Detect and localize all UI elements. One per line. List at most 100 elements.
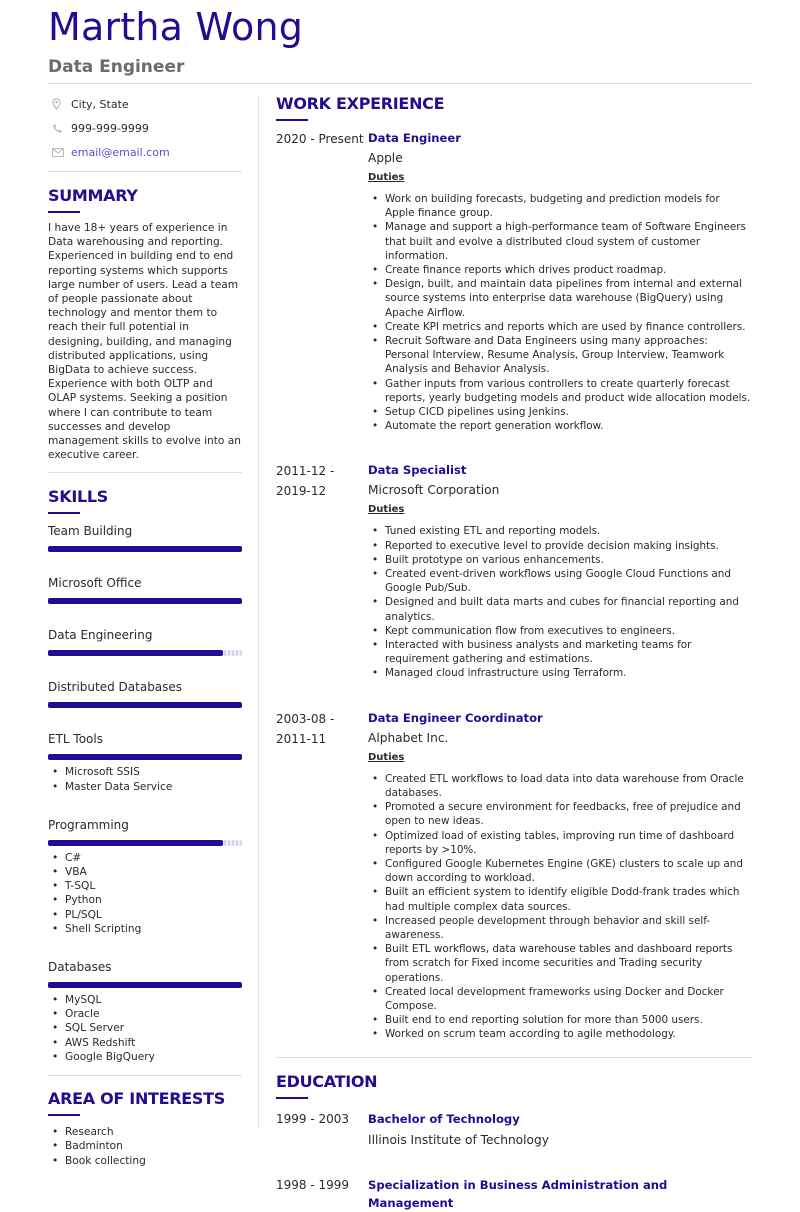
skill-level-fill xyxy=(48,754,242,761)
skill-name: Databases xyxy=(48,960,112,975)
skills-heading: SKILLS xyxy=(48,487,108,507)
list-item: Create finance reports which drives prod… xyxy=(368,263,752,277)
summary-section: SUMMARY I have 18+ years of experience i… xyxy=(48,186,242,462)
skill-item: Data Engineering xyxy=(48,627,242,657)
skill-name: Distributed Databases xyxy=(48,680,183,695)
job-title: Data Engineer xyxy=(368,131,461,145)
heading-underline xyxy=(48,512,80,515)
contact-info: City, State 999-999-9999 email@email.com xyxy=(52,92,242,164)
list-item: SQL Server xyxy=(48,1021,242,1035)
job-date: 2011-12 -2019-12 xyxy=(276,464,335,499)
contact-location: City, State xyxy=(52,92,242,116)
work-experience-section: WORK EXPERIENCE 2020 - Present Data Engi… xyxy=(276,94,752,1042)
sidebar-divider xyxy=(48,1075,242,1077)
education-school: Illinois Institute of Technology xyxy=(368,1132,549,1147)
list-item: Automate the report generation workflow. xyxy=(368,419,752,433)
contact-email[interactable]: email@email.com xyxy=(52,140,242,164)
skill-level-bar xyxy=(48,754,242,761)
list-item: PL/SQL xyxy=(48,908,242,922)
list-item: Reported to executive level to provide d… xyxy=(368,539,752,553)
list-item: Built an efficient system to identify el… xyxy=(368,885,752,913)
list-item: Kept communication flow from executives … xyxy=(368,624,752,638)
skill-name: Programming xyxy=(48,817,129,832)
list-item: Recruit Software and Data Engineers usin… xyxy=(368,334,752,377)
list-item: Configured Google Kubernetes Engine (GKE… xyxy=(368,857,752,885)
job-title: Data Engineer Coordinator xyxy=(368,710,543,725)
skill-sublist: C#VBAT-SQLPythonPL/SQLShell Scripting xyxy=(48,851,242,936)
list-item: Setup CICD pipelines using Jenkins. xyxy=(368,405,752,419)
list-item: C# xyxy=(48,851,242,865)
skill-name: Team Building xyxy=(48,524,133,539)
job-date: 2020 - Present xyxy=(276,132,364,146)
skill-item: Team Building xyxy=(48,523,242,553)
education-date: 1998 - 1999 xyxy=(276,1177,350,1192)
phone-icon xyxy=(52,123,71,134)
skill-level-bar xyxy=(48,546,242,553)
job-date: 2003-08 -2011-11 xyxy=(276,711,335,746)
list-item: Built end to end reporting solution for … xyxy=(368,1013,752,1027)
heading-underline xyxy=(276,1096,308,1099)
sidebar-divider xyxy=(48,171,242,172)
heading-underline xyxy=(276,119,308,121)
location-text: City, State xyxy=(71,97,129,111)
skill-level-fill xyxy=(48,650,223,657)
list-item: Optimized load of existing tables, impro… xyxy=(368,829,752,857)
skill-level-fill xyxy=(48,702,242,709)
skill-level-bar xyxy=(48,982,242,989)
interests-heading: AREA OF INTERESTS xyxy=(48,1089,225,1109)
education-degree: Specialization in Business Administratio… xyxy=(368,1177,668,1210)
section-divider xyxy=(276,1056,752,1058)
duties-label: Duties xyxy=(368,504,405,516)
skill-level-bar xyxy=(48,650,242,657)
list-item: T-SQL xyxy=(48,879,242,893)
list-item: Created local development frameworks usi… xyxy=(368,985,752,1013)
job-entry: 2003-08 -2011-11 Data Engineer Coordinat… xyxy=(276,709,752,1042)
list-item: Built prototype on various enhancements. xyxy=(368,553,752,567)
sidebar: City, State 999-999-9999 email@email.com… xyxy=(48,92,242,1168)
heading-underline xyxy=(48,1114,80,1117)
interests-section: AREA OF INTERESTS ResearchBadmintonBook … xyxy=(48,1089,242,1168)
duties-label: Duties xyxy=(368,751,405,763)
skills-section: SKILLS Team Building Microsoft Office Da… xyxy=(48,487,242,1064)
education-section: EDUCATION 1999 - 2003 Bachelor of Techno… xyxy=(276,1072,752,1212)
job-company: Alphabet Inc. xyxy=(368,730,449,745)
list-item: Microsoft SSIS xyxy=(48,765,242,779)
skill-level-fill xyxy=(48,839,223,846)
list-item: Created ETL workflows to load data into … xyxy=(368,772,752,800)
contact-phone: 999-999-9999 xyxy=(52,116,242,140)
list-item: Master Data Service xyxy=(48,780,242,794)
list-item: Built ETL workflows, data warehouse tabl… xyxy=(368,942,752,985)
list-item: Designed and built data marts and cubes … xyxy=(368,595,752,623)
interests-list: ResearchBadmintonBook collecting xyxy=(48,1125,242,1168)
candidate-title: Data Engineer xyxy=(48,57,185,77)
list-item: Interacted with business analysts and ma… xyxy=(368,638,752,666)
list-item: Research xyxy=(48,1125,242,1139)
job-entry: 2011-12 -2019-12 Data Specialist Microso… xyxy=(276,461,752,680)
list-item: Promoted a secure environment for feedba… xyxy=(368,800,752,828)
skill-item: ETL Tools Microsoft SSISMaster Data Serv… xyxy=(48,731,242,794)
education-date: 1999 - 2003 xyxy=(276,1111,350,1126)
list-item: Python xyxy=(48,893,242,907)
list-item: Work on building forecasts, budgeting an… xyxy=(368,192,752,220)
phone-text: 999-999-9999 xyxy=(71,121,149,135)
skill-item: Microsoft Office xyxy=(48,575,242,605)
skill-sublist: MySQLOracleSQL ServerAWS RedshiftGoogle … xyxy=(48,993,242,1064)
list-item: AWS Redshift xyxy=(48,1036,242,1050)
skill-item: Distributed Databases xyxy=(48,679,242,709)
list-item: MySQL xyxy=(48,993,242,1007)
list-item: Managed cloud infrastructure using Terra… xyxy=(368,666,752,680)
list-item: VBA xyxy=(48,865,242,879)
work-heading: WORK EXPERIENCE xyxy=(276,94,445,113)
skill-name: ETL Tools xyxy=(48,732,103,747)
map-pin-icon xyxy=(52,98,71,110)
list-item: Book collecting xyxy=(48,1154,242,1168)
skill-level-fill xyxy=(48,982,242,989)
list-item: Created event-driven workflows using Goo… xyxy=(368,567,752,595)
list-item: Shell Scripting xyxy=(48,922,242,936)
skill-level-bar xyxy=(48,839,242,846)
list-item: Google BigQuery xyxy=(48,1050,242,1064)
envelope-icon xyxy=(52,147,71,157)
email-link[interactable]: email@email.com xyxy=(71,146,170,159)
education-entry: 1998 - 1999 Specialization in Business A… xyxy=(276,1176,752,1212)
skill-name: Data Engineering xyxy=(48,628,153,643)
